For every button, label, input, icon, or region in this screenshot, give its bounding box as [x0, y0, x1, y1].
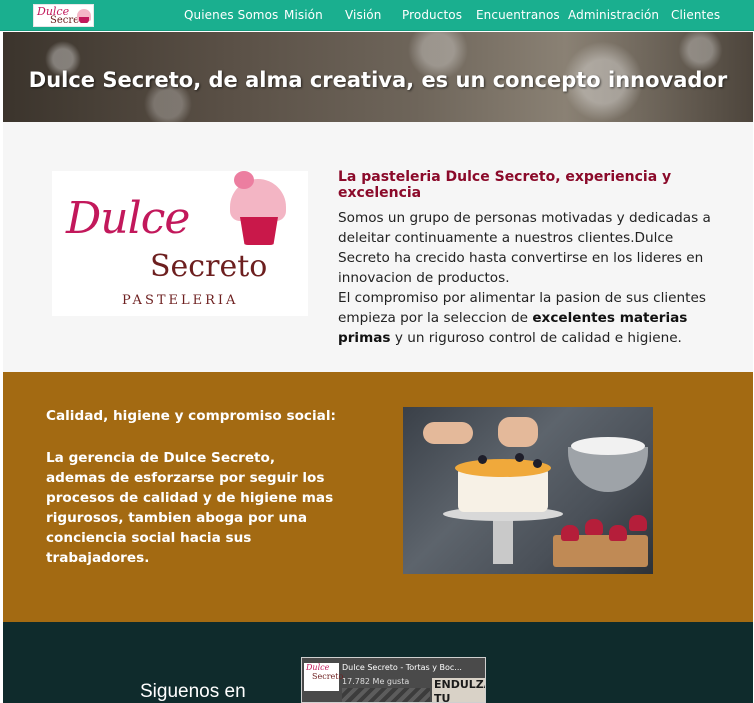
cupcake-wrapper [240, 217, 278, 245]
berry-shape [478, 455, 487, 464]
nav-link-administracion[interactable]: Administración [568, 8, 659, 22]
about-section: Dulce Secreto PASTELERIA La pasteleria D… [3, 122, 753, 372]
facebook-likes-count: 17.782 Me gusta [342, 677, 410, 686]
brand-logo-line3: PASTELERIA [122, 293, 239, 308]
stand-leg-shape [493, 519, 513, 564]
follow-text: Siguenos en [140, 681, 246, 702]
about-text: Somos un grupo de personas motivadas y d… [338, 208, 728, 348]
berry-shape [515, 453, 524, 462]
about-heading: La pasteleria Dulce Secreto, experiencia… [338, 169, 672, 201]
mini-cake-shape [629, 515, 647, 531]
facebook-page-widget[interactable]: Dulce Secreto Dulce Secreto - Tortas y B… [301, 657, 486, 703]
facebook-cover-text-2: TU VIDA [432, 692, 485, 702]
nav-link-mision[interactable]: Misión [284, 8, 323, 22]
about-paragraph1: Somos un grupo de personas motivadas y d… [338, 210, 711, 286]
hero-title: Dulce Secreto, de alma creativa, es un c… [28, 68, 728, 92]
cupcake-cherry [234, 171, 254, 189]
nav-link-productos[interactable]: Productos [402, 8, 462, 22]
fb-logo-line1: Dulce [306, 663, 330, 672]
footer-section: Siguenos en Dulce Secreto Dulce Secreto … [3, 622, 753, 703]
hand-shape [423, 422, 473, 444]
facebook-cover-text-1: ENDULZA [432, 678, 485, 692]
hand-shape [498, 417, 538, 447]
mini-cake-shape [585, 519, 603, 535]
hero-banner: Dulce Secreto, de alma creativa, es un c… [3, 32, 753, 122]
nav-links: Quienes Somos Misión Visión Productos En… [0, 0, 754, 31]
cream-shape [571, 437, 645, 455]
nav-link-clientes[interactable]: Clientes [671, 8, 720, 22]
nav-link-encuentranos[interactable]: Encuentranos [476, 8, 560, 22]
nav-link-quienes-somos[interactable]: Quienes Somos [184, 8, 278, 22]
facebook-page-logo[interactable]: Dulce Secreto [304, 663, 343, 691]
mini-cake-shape [561, 525, 579, 541]
mini-cake-shape [609, 525, 627, 541]
brand-logo-line1: Dulce [66, 193, 190, 244]
navbar: Dulce Secreto Quienes Somos Misión Visió… [0, 0, 754, 31]
brand-logo: Dulce Secreto PASTELERIA [52, 171, 308, 316]
quality-heading: Calidad, higiene y compromiso social: [46, 408, 336, 424]
facebook-cover-image [342, 688, 430, 702]
quality-section: Calidad, higiene y compromiso social: La… [3, 372, 753, 622]
fb-logo-line2: Secreto [312, 672, 344, 681]
cake-photo [403, 407, 653, 574]
nav-link-vision[interactable]: Visión [345, 8, 381, 22]
quality-text: La gerencia de Dulce Secreto, ademas de … [46, 450, 334, 566]
facebook-page-name[interactable]: Dulce Secreto - Tortas y Boc... [342, 663, 462, 672]
about-paragraph2-end: y un riguroso control de calidad e higie… [390, 330, 682, 346]
berry-shape [533, 459, 542, 468]
brand-logo-line2: Secreto [150, 249, 268, 284]
